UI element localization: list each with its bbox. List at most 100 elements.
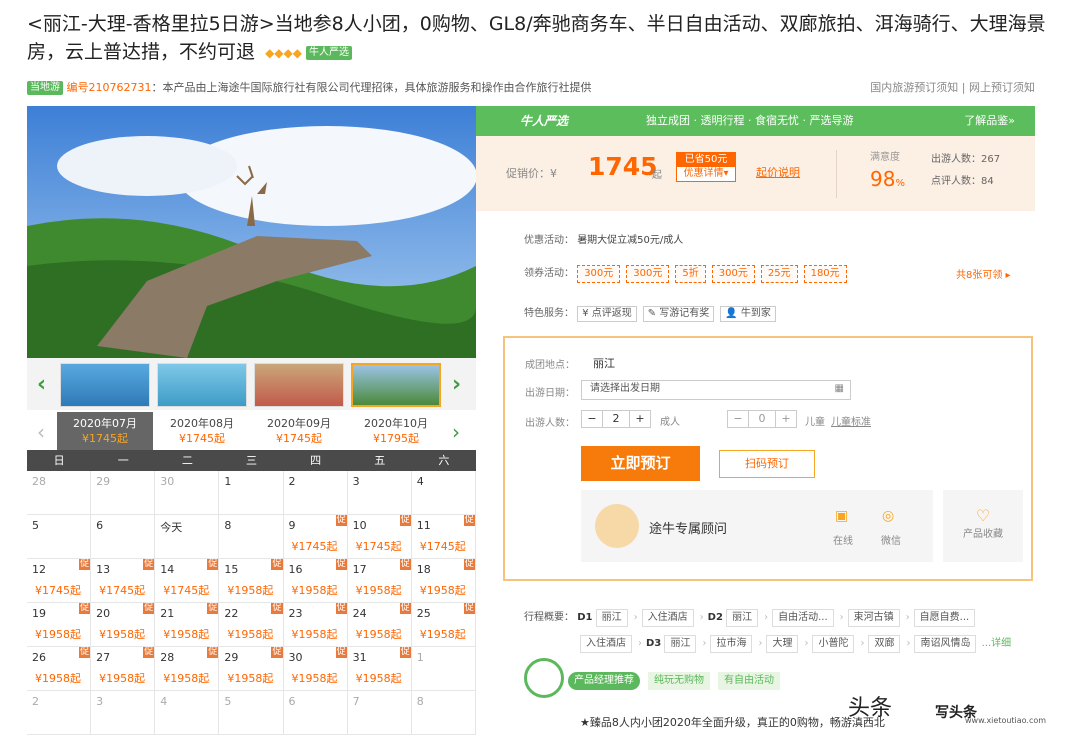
calendar-day[interactable]: 22 促 ¥1958起 xyxy=(219,603,284,647)
day-number: 4 xyxy=(160,695,168,708)
satisfaction-value: 98% xyxy=(870,167,905,191)
coupon-row: 领券活动： 300元 300元 5折 300元 25元 180元 共8张可领 ▸ xyxy=(524,264,1011,283)
adult-text: 成人 xyxy=(660,417,680,428)
calendar-day[interactable]: 18 促 ¥1958起 xyxy=(411,559,476,603)
month-tab[interactable]: 2020年09月 ¥1745起 xyxy=(251,412,347,450)
calendar-day[interactable]: 9 促 ¥1745起 xyxy=(283,515,348,559)
thumbnail-4[interactable] xyxy=(351,363,441,407)
calendar-day[interactable]: 25 促 ¥1958起 xyxy=(411,603,476,647)
minus-icon[interactable]: − xyxy=(728,411,748,427)
discount-badge[interactable]: 已省50元 优惠详情▾ xyxy=(676,152,736,182)
day-number: 2 xyxy=(32,695,39,708)
day-price: ¥1958起 xyxy=(35,628,81,641)
calendar-week: 26 促 ¥1958起 27 促 ¥1958起 28 促 ¥1958起 29 促 ¥1958起 30 促 ¥… xyxy=(27,647,476,691)
book-now-button[interactable]: 立即预订 xyxy=(581,446,700,481)
minus-icon[interactable]: − xyxy=(582,411,602,427)
day-number: 29 xyxy=(224,651,239,664)
heart-icon: ♡ xyxy=(975,506,991,525)
calendar-day[interactable]: 29 促 ¥1958起 xyxy=(219,647,284,691)
promo-tag: 促 xyxy=(463,515,475,526)
month-tab[interactable]: 2020年10月 ¥1795起 xyxy=(348,412,444,450)
promo-tag: 促 xyxy=(335,647,347,658)
day-price: ¥1958起 xyxy=(419,628,466,641)
day-price: ¥1958起 xyxy=(99,672,146,685)
notice-links[interactable]: 国内旅游预订须知 | 网上预订须知 xyxy=(870,80,1035,96)
online-label[interactable]: 在线 xyxy=(833,532,853,547)
itinerary-row-1: 行程概要： D1 丽江 › 入住酒店 › D2 丽江 › 自由活动... › 束河古镇 › 自愿自费… xyxy=(524,608,977,627)
calendar-day[interactable]: 16 促 ¥1958起 xyxy=(283,559,348,603)
service-tag[interactable]: ✎ 写游记有奖 xyxy=(642,306,715,322)
calendar-day[interactable]: 17 促 ¥1958起 xyxy=(347,559,412,603)
calendar-day: 1 xyxy=(219,471,284,515)
promo-tag: 促 xyxy=(335,559,347,570)
calendar-day[interactable]: 11 促 ¥1745起 xyxy=(411,515,476,559)
child-stepper[interactable]: −0 + xyxy=(727,410,797,428)
calendar-day[interactable]: 30 促 ¥1958起 xyxy=(283,647,348,691)
calendar-day[interactable]: 10 促 ¥1745起 xyxy=(347,515,412,559)
service-row: 特色服务： ¥ 点评返现 ✎ 写游记有奖 👤 牛到家 xyxy=(524,304,782,322)
day-price: ¥1958起 xyxy=(291,584,338,597)
date-picker[interactable]: 请选择出发日期 ▦ xyxy=(581,380,851,400)
day-number: 16 xyxy=(288,563,303,576)
watermark-text: 头条 xyxy=(848,696,893,721)
calendar-day[interactable]: 21 促 ¥1958起 xyxy=(155,603,220,647)
month-tab[interactable]: 2020年08月 ¥1745起 xyxy=(154,412,250,450)
day-number: 13 xyxy=(96,563,111,576)
promo-tag: 促 xyxy=(463,559,475,570)
month-next-icon[interactable]: › xyxy=(452,420,460,444)
price-explain-link[interactable]: 起价说明 xyxy=(756,164,800,180)
scan-book-button[interactable]: 扫码预订 xyxy=(719,450,815,478)
adult-stepper[interactable]: −2 + xyxy=(581,410,651,428)
day-price: ¥1745起 xyxy=(99,584,146,597)
thumbnail-2[interactable] xyxy=(157,363,247,407)
day-price: ¥1958起 xyxy=(35,672,81,685)
collect-button[interactable]: ♡ 产品收藏 xyxy=(943,490,1023,562)
thumbnail-3[interactable] xyxy=(254,363,344,407)
plus-icon[interactable]: + xyxy=(776,411,796,427)
calendar-day[interactable]: 28 促 ¥1958起 xyxy=(155,647,220,691)
day-number: 8 xyxy=(416,695,424,708)
thumbnail-1[interactable] xyxy=(60,363,150,407)
calendar-day[interactable]: 20 促 ¥1958起 xyxy=(91,603,156,647)
service-tag[interactable]: 👤 牛到家 xyxy=(720,306,776,322)
coupon[interactable]: 25元 xyxy=(760,265,798,283)
page-title: <丽江-大理-香格里拉5日游>当地参8人小团，0购物、GL8/奔驰商务车、半日自… xyxy=(27,13,1046,63)
coupon[interactable]: 5折 xyxy=(675,265,706,283)
coupon[interactable]: 180元 xyxy=(803,265,847,283)
calendar-day[interactable]: 27 促 ¥1958起 xyxy=(91,647,156,691)
calendar-day[interactable]: 31 促 ¥1958起 xyxy=(347,647,412,691)
calendar-day[interactable]: 15 促 ¥1958起 xyxy=(219,559,284,603)
more-coupons-link[interactable]: 共8张可领 ▸ xyxy=(956,266,1011,281)
landscape-image xyxy=(27,106,476,358)
month-tab[interactable]: 2020年07月 ¥1745起 xyxy=(57,412,153,450)
calendar-day[interactable]: 12 促 ¥1745起 xyxy=(27,559,92,603)
coupon[interactable]: 300元 xyxy=(711,265,755,283)
tag: 纯玩无购物 xyxy=(648,672,710,690)
chat-icon[interactable]: ▣ xyxy=(835,508,848,524)
calendar-week: 19 促 ¥1958起 20 促 ¥1958起 21 促 ¥1958起 22 促 ¥1958起 23 促 ¥… xyxy=(27,603,476,647)
weekday-label: 四 xyxy=(310,454,322,467)
calendar-day[interactable]: 24 促 ¥1958起 xyxy=(347,603,412,647)
wechat-label[interactable]: 微信 xyxy=(881,532,901,547)
promo-tag: 促 xyxy=(207,559,219,570)
wechat-icon[interactable]: ◎ xyxy=(882,508,894,524)
weekday-label: 三 xyxy=(245,454,257,467)
calendar-day[interactable]: 19 促 ¥1958起 xyxy=(27,603,92,647)
calendar-day[interactable]: 23 促 ¥1958起 xyxy=(283,603,348,647)
origin-value: 丽江 xyxy=(593,357,615,370)
niuren-banner: 牛人严选 独立成团 · 透明行程 · 食宿无忧 · 严选导游 了解品鉴» xyxy=(476,106,1035,136)
promo-tag: 促 xyxy=(399,647,411,658)
learn-more-link[interactable]: 了解品鉴» xyxy=(964,106,1015,136)
service-tag[interactable]: ¥ 点评返现 xyxy=(577,306,637,322)
itinerary-detail-link[interactable]: ...详细 xyxy=(982,638,1012,649)
coupon[interactable]: 300元 xyxy=(577,265,621,283)
chevron-right-icon[interactable]: › xyxy=(452,372,461,397)
child-standard-link[interactable]: 儿童标准 xyxy=(831,413,871,428)
calendar-day[interactable]: 14 促 ¥1745起 xyxy=(155,559,220,603)
calendar-day[interactable]: 26 促 ¥1958起 xyxy=(27,647,92,691)
month-prev-icon[interactable]: ‹ xyxy=(37,420,45,444)
coupon[interactable]: 300元 xyxy=(626,265,670,283)
plus-icon[interactable]: + xyxy=(630,411,650,427)
calendar-day[interactable]: 13 促 ¥1745起 xyxy=(91,559,156,603)
chevron-left-icon[interactable]: ‹ xyxy=(37,372,46,397)
